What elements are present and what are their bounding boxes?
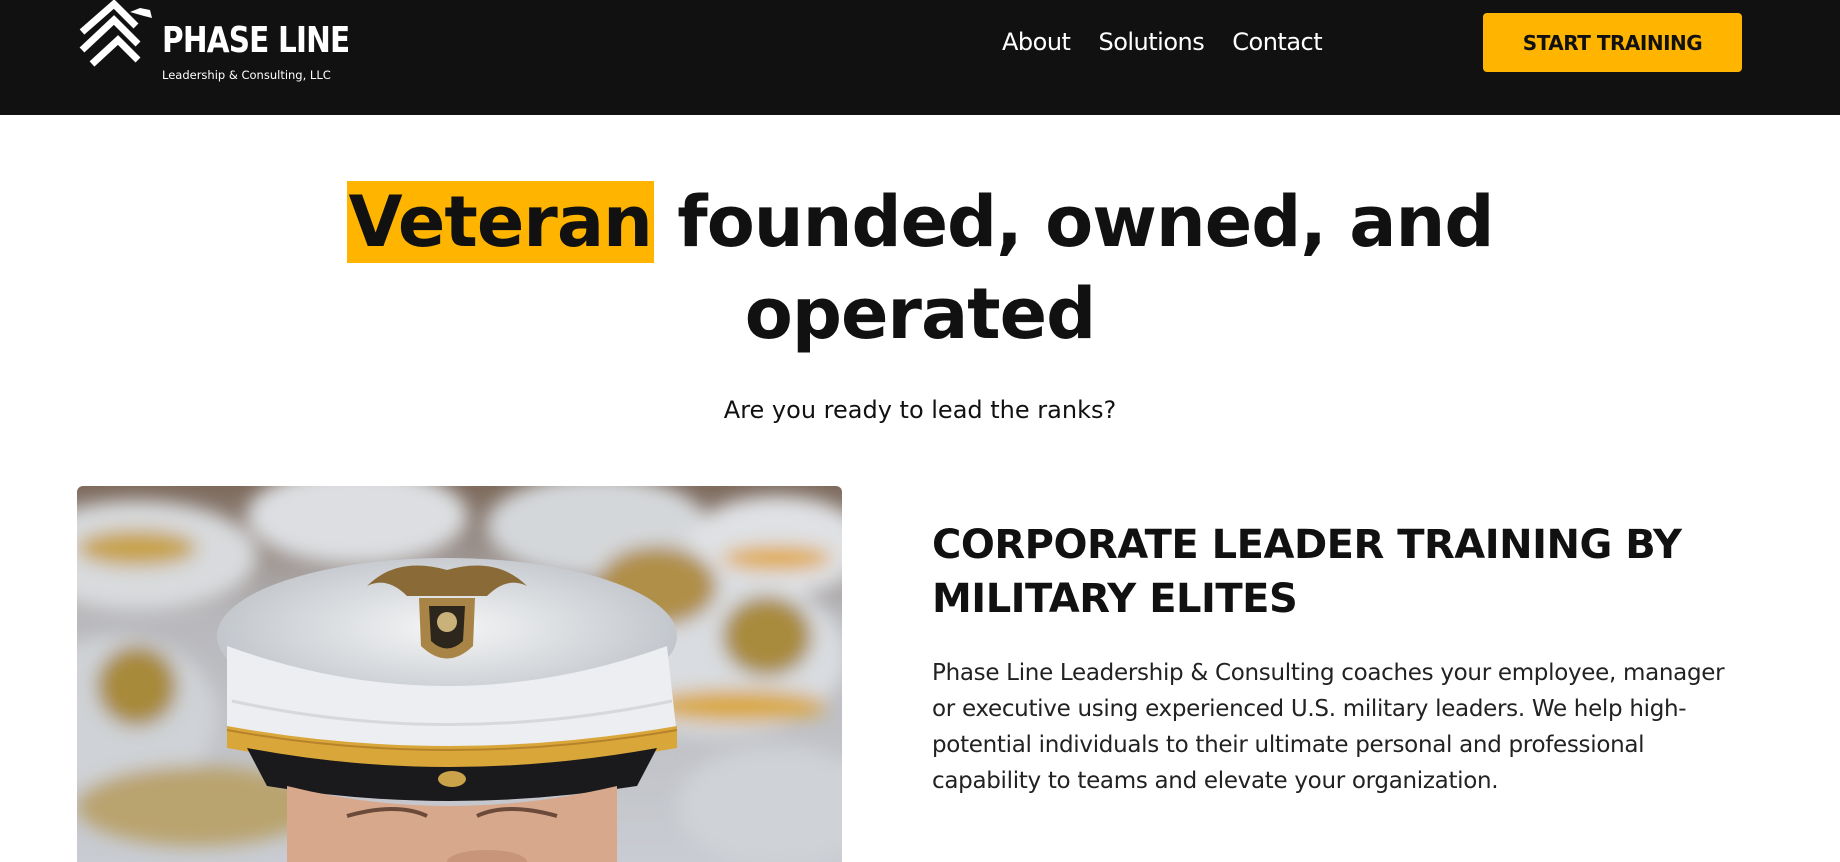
cadet-photo [77,486,842,862]
hero-title-rest: founded, owned, and operated [677,181,1494,355]
feature-body: Phase Line Leadership & Consulting coach… [932,660,1725,794]
hero-title-highlight: Veteran [346,181,654,263]
logo-name: PHASE LINE [162,20,350,61]
nav-solutions[interactable]: Solutions [1098,26,1204,58]
nav-about[interactable]: About [1002,26,1071,58]
hero-title: Veteran founded, owned, and operated [320,176,1520,360]
site-header: PHASE LINE Leadership & Consulting, LLC … [0,0,1840,115]
main-nav: About Solutions Contact [1002,26,1323,58]
hero-subtitle: Are you ready to lead the ranks? [723,396,1117,424]
feature-title: CORPORATE LEADER TRAINING BY MILITARY EL… [932,522,1682,622]
start-training-button[interactable]: START TRAINING [1483,13,1742,72]
chevron-logo-icon [79,0,152,67]
nav-contact[interactable]: Contact [1232,26,1322,58]
logo-tagline: Leadership & Consulting, LLC [162,68,331,82]
cadet-photo-illustration [77,486,842,862]
site-logo[interactable]: PHASE LINE Leadership & Consulting, LLC [78,0,360,90]
